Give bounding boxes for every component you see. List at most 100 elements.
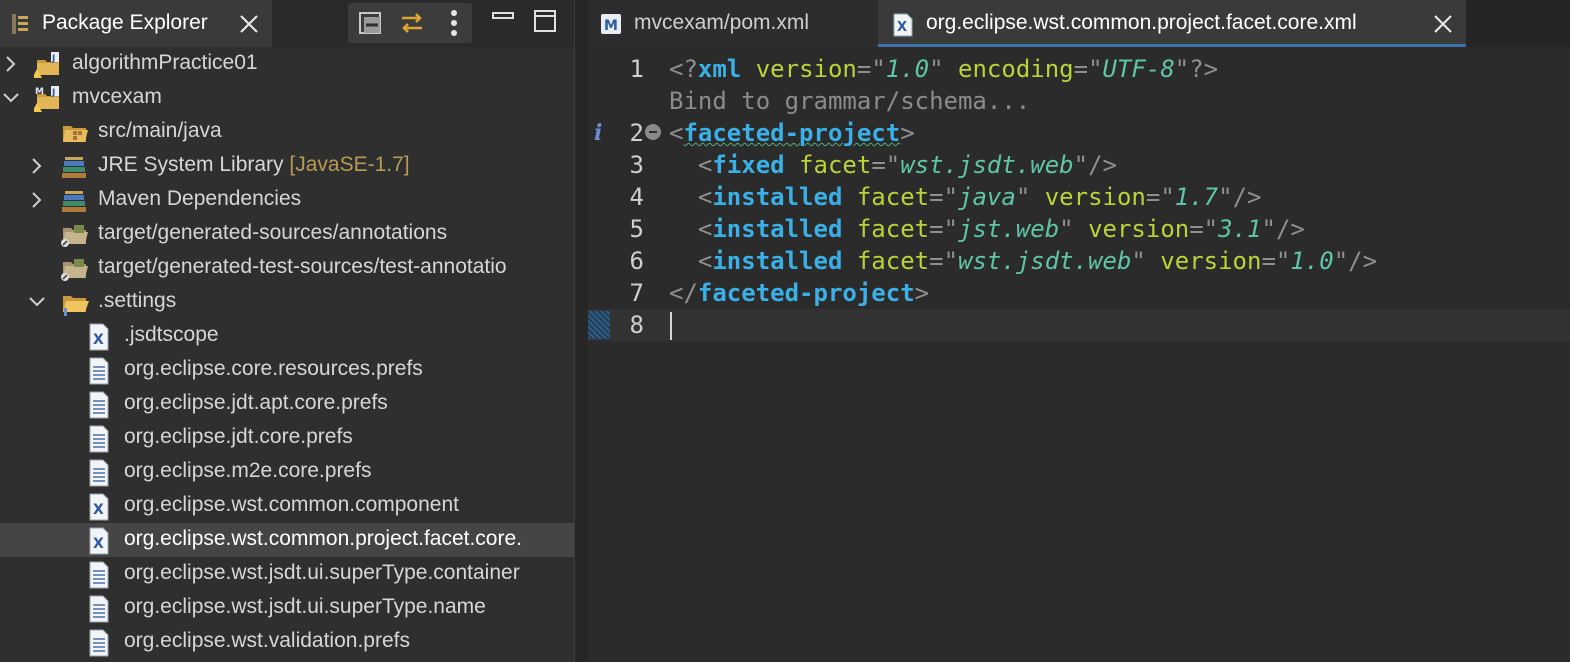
code-token: version bbox=[1145, 247, 1262, 275]
tree-item[interactable]: M Jmvcexam bbox=[0, 81, 574, 115]
tree-item[interactable]: org.eclipse.core.resources.prefs bbox=[0, 353, 574, 387]
tree-item[interactable]: org.eclipse.jdt.core.prefs bbox=[0, 421, 574, 455]
tree-item[interactable]: X .jsdtscope bbox=[0, 319, 574, 353]
chevron-right-icon[interactable] bbox=[28, 156, 46, 176]
chevron-right-icon[interactable] bbox=[28, 190, 46, 210]
code-token: = bbox=[1145, 183, 1161, 211]
tree-item[interactable]: src/main/java bbox=[0, 115, 574, 149]
editor-tab-bar: M mvcexam/pom.xml X org.eclipse.wst.comm… bbox=[588, 0, 1570, 47]
code-line[interactable]: 4 <installed facet="java" version="1.7"/… bbox=[588, 181, 1570, 213]
code-token: " bbox=[929, 55, 944, 83]
library-icon bbox=[60, 153, 90, 181]
tree-item[interactable]: org.eclipse.wst.jsdt.ui.superType.name bbox=[0, 591, 574, 625]
svg-text:M: M bbox=[604, 18, 618, 34]
tree-item-label: .jsdtscope bbox=[124, 323, 219, 346]
tree-item[interactable]: JRE System Library [JavaSE-1.7] bbox=[0, 149, 574, 183]
xml-file-icon: X bbox=[892, 13, 914, 42]
code-line[interactable]: 3 <fixed facet="wst.jsdt.web"/> bbox=[588, 149, 1570, 181]
line-number: 3 bbox=[629, 151, 644, 179]
chevron-right-icon[interactable] bbox=[2, 54, 20, 74]
package-explorer-tab[interactable]: Package Explorer bbox=[0, 0, 272, 47]
tab-pom-xml[interactable]: M mvcexam/pom.xml bbox=[588, 0, 878, 47]
tree-item[interactable]: Xorg.eclipse.wst.common.component bbox=[0, 489, 574, 523]
svg-text:X: X bbox=[93, 332, 104, 348]
line-number: 6 bbox=[629, 247, 644, 275]
code-token: wst.jsdt.web bbox=[900, 151, 1074, 179]
code-token: " bbox=[943, 183, 959, 211]
code-token: " bbox=[943, 247, 959, 275]
code-token: installed bbox=[712, 215, 843, 243]
code-token: /> bbox=[1348, 247, 1378, 275]
collapse-all-icon[interactable] bbox=[350, 3, 390, 43]
code-token: encoding bbox=[943, 55, 1074, 83]
code-line[interactable]: 6 <installed facet="wst.jsdt.web" versio… bbox=[588, 245, 1570, 277]
code-token: = bbox=[929, 247, 944, 275]
text-caret bbox=[670, 312, 672, 340]
code-line[interactable]: i 2 <faceted-project> bbox=[588, 117, 1570, 149]
code-token: " bbox=[1174, 55, 1190, 83]
text-file-icon bbox=[86, 391, 116, 419]
tree-item[interactable]: Xorg.eclipse.wst.common.project.facet.co… bbox=[0, 523, 574, 557]
chevron-down-icon[interactable] bbox=[28, 292, 46, 312]
code-token: facet bbox=[842, 215, 930, 243]
code-editor[interactable]: 1 <?xml version="1.0" encoding="UTF-8"?> B… bbox=[588, 47, 1570, 662]
tree-item-label: algorithmPractice01 bbox=[72, 51, 258, 74]
tree-item[interactable]: .settings bbox=[0, 285, 574, 319]
code-token: = bbox=[929, 183, 944, 211]
close-icon[interactable] bbox=[238, 13, 260, 40]
close-icon[interactable] bbox=[1432, 13, 1454, 40]
package-explorer-view: Package Explorer J algorithmPractice01 M… bbox=[0, 0, 574, 662]
fold-collapse-icon[interactable] bbox=[645, 124, 661, 140]
tree-item[interactable]: org.eclipse.wst.jsdt.ui.superType.contai… bbox=[0, 557, 574, 591]
xml-file-icon: X bbox=[86, 323, 116, 351]
line-number: 2 bbox=[629, 119, 644, 147]
tree-item[interactable]: Maven Dependencies bbox=[0, 183, 574, 217]
code-text: <installed facet="wst.jsdt.web" version=… bbox=[669, 247, 1377, 275]
tab-facet-core-xml[interactable]: X org.eclipse.wst.common.project.facet.c… bbox=[878, 0, 1466, 47]
maven-pom-icon: M bbox=[600, 13, 622, 40]
code-token: <? bbox=[669, 55, 698, 83]
generated-folder-icon bbox=[60, 221, 90, 249]
tree-item-label: Maven Dependencies bbox=[98, 187, 302, 210]
xml-file-icon: X bbox=[86, 527, 116, 555]
project-icon: J bbox=[32, 51, 64, 79]
maximize-icon[interactable] bbox=[532, 8, 558, 34]
code-token: " bbox=[1218, 183, 1233, 211]
tree-item-label: .settings bbox=[98, 289, 177, 312]
code-line[interactable]: 7 </faceted-project> bbox=[588, 277, 1570, 309]
view-splitter[interactable] bbox=[574, 0, 588, 662]
svg-text:J: J bbox=[51, 54, 55, 64]
text-file-icon bbox=[86, 459, 116, 487]
grammar-hint-line[interactable]: Bind to grammar/schema... bbox=[588, 85, 1570, 117]
tree-item-label: src/main/java bbox=[98, 119, 222, 142]
line-number: 5 bbox=[629, 215, 644, 243]
tree-item[interactable]: org.eclipse.jdt.apt.core.prefs bbox=[0, 387, 574, 421]
tree-item-label: org.eclipse.wst.validation.prefs bbox=[124, 629, 410, 652]
minimize-icon[interactable] bbox=[490, 8, 516, 34]
tree-item[interactable]: target/generated-test-sources/test-annot… bbox=[0, 251, 574, 285]
code-token: " bbox=[1275, 247, 1291, 275]
tree-item[interactable]: target/generated-sources/annotations bbox=[0, 217, 574, 251]
code-token: 1.0 bbox=[885, 55, 930, 83]
code-line[interactable]: 8 bbox=[588, 309, 1570, 341]
code-token: java bbox=[958, 183, 1016, 211]
code-token: " bbox=[1131, 247, 1146, 275]
tree-item[interactable]: org.eclipse.wst.validation.prefs bbox=[0, 625, 574, 659]
code-token: " bbox=[1073, 151, 1089, 179]
svg-text:X: X bbox=[897, 20, 907, 35]
tree-item[interactable]: org.eclipse.m2e.core.prefs bbox=[0, 455, 574, 489]
code-token: version bbox=[1030, 183, 1146, 211]
code-line[interactable]: 5 <installed facet="jst.web" version="3.… bbox=[588, 213, 1570, 245]
generated-folder-icon bbox=[60, 255, 90, 283]
code-line[interactable]: 1 <?xml version="1.0" encoding="UTF-8"?> bbox=[588, 53, 1570, 85]
code-token: = bbox=[1073, 55, 1089, 83]
tree-item[interactable]: JalgorithmPractice01 bbox=[0, 47, 574, 81]
code-token: " bbox=[1059, 215, 1074, 243]
chevron-down-icon[interactable] bbox=[2, 88, 20, 108]
code-token: < bbox=[669, 183, 713, 211]
view-menu-icon[interactable] bbox=[434, 3, 474, 43]
code-token: < bbox=[669, 151, 713, 179]
link-with-editor-icon[interactable] bbox=[392, 3, 432, 43]
code-token: 1.0 bbox=[1290, 247, 1334, 275]
svg-text:X: X bbox=[93, 536, 104, 552]
